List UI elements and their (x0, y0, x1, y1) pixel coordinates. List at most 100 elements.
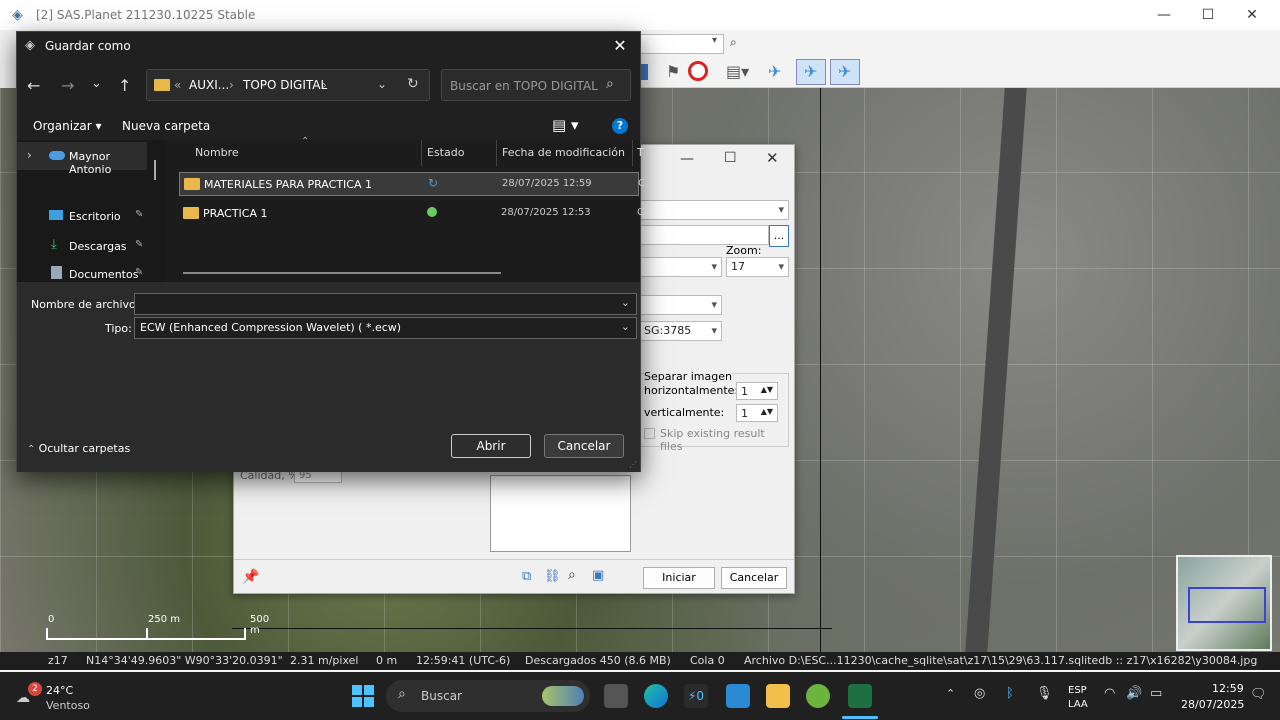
cloud-icon (49, 151, 65, 160)
refresh-icon[interactable]: ↻ (407, 76, 419, 92)
terminal-icon[interactable]: ⚡0 (684, 684, 708, 708)
chevron-down-icon[interactable]: ⌄ (91, 76, 102, 91)
search-input[interactable]: Buscar en TOPO DIGITAL ⌕ (441, 69, 631, 101)
zoom-select[interactable]: 17 ▾ (726, 257, 789, 277)
pin-icon[interactable]: ✎ (135, 239, 143, 250)
marker-icon[interactable]: ⚑ (666, 62, 680, 81)
scrollbar[interactable] (154, 160, 156, 180)
pin-icon[interactable]: ✎ (135, 267, 143, 278)
resize-grip-icon[interactable]: ⋰ (629, 460, 637, 469)
no-entry-icon[interactable] (688, 61, 708, 81)
format-select[interactable]: ▾ (639, 257, 722, 277)
projection-select[interactable]: SG:3785 ▾ (639, 321, 722, 341)
store-icon[interactable] (726, 684, 750, 708)
chevron-down-icon[interactable]: ▾ (712, 35, 717, 46)
breadcrumb-auxi[interactable]: AUXI... (189, 78, 229, 92)
browse-button[interactable]: ... (769, 225, 789, 247)
output-path-input[interactable] (639, 225, 769, 245)
map-grid-line (820, 88, 821, 653)
chevron-up-icon: ⌃ (27, 444, 39, 455)
taskbar-search[interactable]: ⌕ Buscar (386, 680, 590, 712)
nav-item-documentos[interactable]: Documentos ✎ (17, 264, 157, 282)
breadcrumb-topo-digital[interactable]: TOPO DIGITAL (243, 78, 327, 92)
save-icon[interactable]: ▣ (592, 568, 604, 583)
clock-time[interactable]: 12:59 (1212, 682, 1244, 695)
start-button[interactable]: Iniciar (643, 567, 715, 589)
battery-icon[interactable]: ▭ (1150, 686, 1162, 701)
nav-item-descargas[interactable]: ⤓ Descargas ✎ (17, 234, 157, 258)
pin-icon[interactable]: ✎ (135, 209, 143, 220)
close-app-button[interactable]: ✕ (1230, 0, 1274, 30)
type-select[interactable]: ECW (Enhanced Compression Wavelet) ( *.e… (134, 317, 637, 339)
column-header-name[interactable]: Nombre (195, 146, 239, 159)
chevron-down-icon[interactable]: ⌄ (621, 296, 630, 309)
start-button[interactable] (352, 685, 374, 707)
sync-tray-icon[interactable]: ◎ (974, 686, 985, 701)
chevron-down-icon[interactable]: ⌄ (621, 320, 630, 333)
language-top[interactable]: ESP (1068, 685, 1087, 696)
maximize-button[interactable]: ☐ (724, 150, 737, 166)
horiz-spinner[interactable]: 1 ▲▼ (736, 382, 778, 400)
search-icon[interactable]: ⌕ (730, 35, 737, 50)
file-explorer-icon[interactable] (766, 684, 790, 708)
bg-cancel-button[interactable]: Cancelar (721, 567, 787, 589)
pin-icon[interactable]: 📌 (242, 569, 259, 585)
microphone-icon[interactable]: 🎙 (1036, 686, 1053, 701)
chevron-right-icon[interactable]: › (27, 148, 32, 162)
forward-icon[interactable]: → (61, 76, 74, 95)
sasplanet-taskbar-icon[interactable] (848, 684, 872, 708)
view-options-icon[interactable]: ▤ ▾ (552, 116, 578, 134)
layer-select[interactable]: ▾ (639, 295, 722, 315)
column-header-date[interactable]: Fecha de modificación (502, 146, 625, 159)
edge-icon[interactable] (644, 684, 668, 708)
path-overflow[interactable]: « (174, 78, 181, 92)
layer-icon[interactable] (640, 64, 648, 80)
nav-item-escritorio[interactable]: Escritorio ✎ (17, 204, 157, 228)
skip-checkbox[interactable] (644, 428, 655, 439)
bluetooth-icon[interactable]: ᛒ (1006, 686, 1014, 701)
notifications-icon[interactable]: 🗨 (1250, 687, 1267, 702)
column-header-type[interactable]: T (637, 146, 644, 159)
hide-folders-button[interactable]: ⌃ Ocultar carpetas (27, 441, 130, 455)
history-dropdown-icon[interactable]: ⌄ (377, 77, 387, 91)
file-row[interactable]: MATERIALES PARA PRACTICA 1 ↻ 28/07/2025 … (179, 172, 645, 196)
new-folder-button[interactable]: Nueva carpeta (122, 119, 210, 133)
column-header-status[interactable]: Estado (427, 146, 464, 159)
cancel-button[interactable]: Cancelar (544, 434, 624, 458)
copy-icon[interactable]: ⧉ (522, 569, 531, 584)
link-icon[interactable]: ⛓ (544, 569, 561, 584)
maximize-button[interactable]: ☐ (1186, 0, 1230, 30)
close-icon[interactable]: ✕ (606, 34, 634, 58)
file-row[interactable]: PRACTICA 1 28/07/2025 12:53 C (179, 202, 644, 226)
scale-label: 250 m (148, 614, 181, 625)
file-name: PRACTICA 1 (203, 207, 268, 220)
zoom-icon[interactable]: ⌕ (568, 567, 576, 583)
help-icon[interactable]: ? (612, 118, 628, 134)
nav-item-onedrive[interactable]: › Maynor Antonio (17, 142, 147, 176)
filename-input[interactable]: ⌄ (134, 293, 637, 315)
horizontal-scrollbar[interactable] (183, 272, 501, 274)
chevron-up-icon[interactable]: ⌃ (946, 687, 955, 700)
language-bottom[interactable]: LAA (1068, 699, 1088, 710)
clock-date[interactable]: 28/07/2025 (1181, 698, 1244, 711)
map-select[interactable]: ▾ (639, 200, 789, 220)
gps-center-icon[interactable]: ✈ (838, 62, 851, 81)
organize-button[interactable]: Organizar ▾ (33, 119, 102, 133)
wifi-icon[interactable]: ◠ (1104, 686, 1115, 701)
minimap[interactable] (1176, 555, 1272, 651)
volume-icon[interactable]: 🔊 (1126, 686, 1142, 701)
minimize-button[interactable]: — (1142, 0, 1186, 30)
qgis-icon[interactable] (806, 684, 830, 708)
up-icon[interactable]: ↑ (118, 76, 131, 95)
layers-dropdown-icon[interactable]: ▤▾ (726, 62, 749, 81)
gps-track-icon[interactable]: ✈ (804, 62, 817, 81)
vert-spinner[interactable]: 1 ▲▼ (736, 404, 778, 422)
open-button[interactable]: Abrir (451, 434, 531, 458)
minimize-button[interactable]: — (680, 151, 694, 167)
back-icon[interactable]: ← (27, 76, 40, 95)
task-view-icon[interactable] (604, 684, 628, 708)
gps-icon[interactable]: ✈ (768, 62, 781, 81)
minimap-viewport[interactable] (1188, 587, 1266, 623)
close-button[interactable]: ✕ (766, 149, 779, 167)
address-bar[interactable]: « AUXI... › TOPO DIGITAL › ⌄ ↻ (146, 69, 430, 101)
